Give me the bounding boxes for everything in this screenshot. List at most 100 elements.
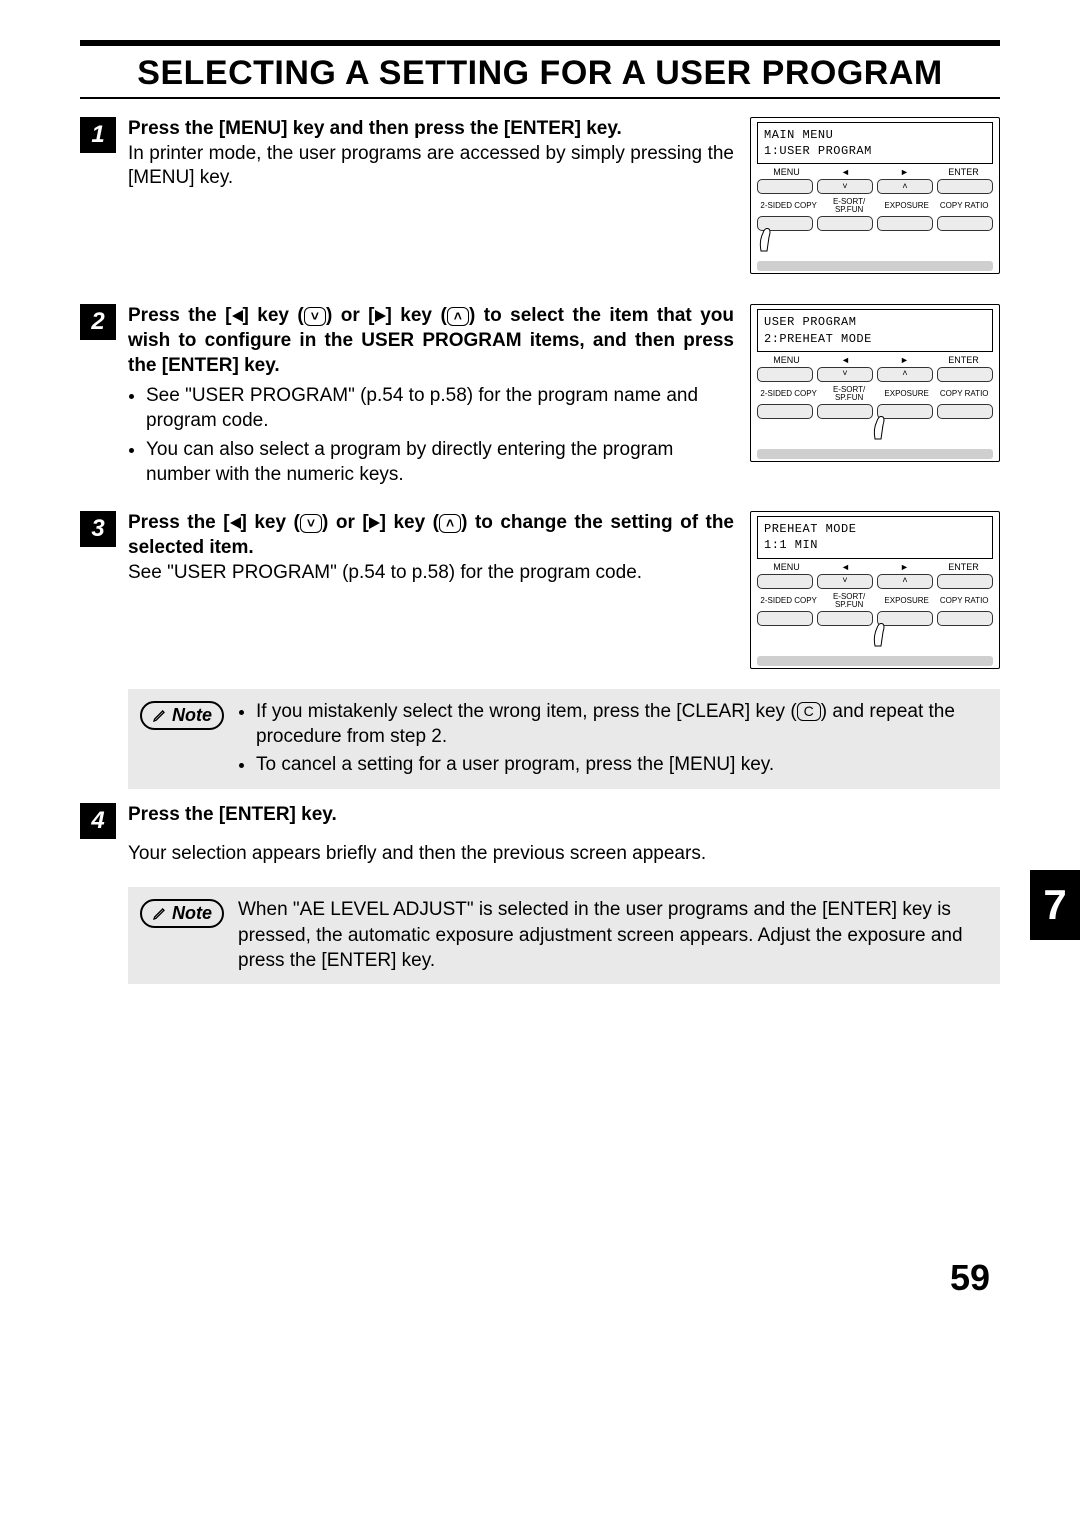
key-label: ENTER — [934, 356, 993, 365]
key-label: EXPOSURE — [878, 202, 936, 210]
note-block: Note When "AE LEVEL ADJUST" is selected … — [128, 887, 1000, 984]
top-rule — [80, 40, 1000, 46]
step-number: 4 — [80, 803, 116, 839]
step-heading: Press the [] key (˅) or [] key (˄) to se… — [128, 304, 734, 378]
key-label: COPY RATIO — [935, 202, 993, 210]
step-heading: Press the [ENTER] key. — [128, 803, 1000, 828]
section-title: SELECTING A SETTING FOR A USER PROGRAM — [80, 54, 1000, 93]
step-body-text: See "USER PROGRAM" (p.54 to p.58) for th… — [128, 561, 734, 586]
softkey — [937, 216, 993, 231]
manual-page: SELECTING A SETTING FOR A USER PROGRAM 1… — [0, 0, 1080, 1529]
right-triangle-icon — [369, 517, 380, 529]
step-body-text: Your selection appears briefly and then … — [128, 842, 1000, 867]
lcd-line: 2:PREHEAT MODE — [764, 331, 986, 347]
softkey — [937, 611, 993, 626]
key-label: EXPOSURE — [878, 390, 936, 398]
down-key-icon: ˅ — [300, 514, 322, 533]
note-text: When "AE LEVEL ADJUST" is selected in th… — [238, 897, 988, 974]
chapter-tab: 7 — [1030, 870, 1080, 940]
page-number: 59 — [950, 1257, 990, 1299]
panel-base — [757, 656, 993, 666]
step-heading: Press the [MENU] key and then press the … — [128, 117, 734, 142]
bullet-item: You can also select a program by directl… — [146, 438, 734, 487]
key-label: E-SORT/ SP.FUN — [820, 593, 878, 609]
softkey — [757, 367, 813, 382]
step-number: 3 — [80, 511, 116, 547]
key-label: E-SORT/ SP.FUN — [820, 386, 878, 402]
softkey: ˅ — [817, 574, 873, 589]
note-block: Note If you mistakenly select the wrong … — [128, 689, 1000, 790]
softkey: ˄ — [877, 367, 933, 382]
softkey — [937, 179, 993, 194]
softkey: ˄ — [877, 179, 933, 194]
pointing-hand-icon — [757, 423, 993, 447]
softkey — [757, 404, 813, 419]
key-label: E-SORT/ SP.FUN — [820, 198, 878, 214]
step-number: 1 — [80, 117, 116, 153]
down-key-icon: ˅ — [304, 307, 326, 326]
control-panel-diagram: MAIN MENU 1:USER PROGRAM MENU ◄ ► ENTER … — [750, 117, 1000, 274]
lcd-line: 1:USER PROGRAM — [764, 143, 986, 159]
left-arrow-icon: ◄ — [816, 168, 875, 177]
right-triangle-icon — [375, 310, 386, 322]
note-badge: Note — [140, 701, 224, 730]
lcd-line: USER PROGRAM — [764, 314, 986, 330]
lcd-screen: USER PROGRAM 2:PREHEAT MODE — [757, 309, 993, 351]
step-body-text: In printer mode, the user programs are a… — [128, 142, 734, 191]
key-label: 2-SIDED COPY — [757, 390, 820, 398]
clear-key-icon: C — [797, 702, 821, 721]
pointing-hand-icon — [757, 630, 993, 654]
step-bullet-list: See "USER PROGRAM" (p.54 to p.58) for th… — [128, 384, 734, 487]
note-bullet: To cancel a setting for a user program, … — [256, 752, 988, 778]
panel-base — [757, 449, 993, 459]
softkey: ˅ — [817, 367, 873, 382]
left-triangle-icon — [232, 310, 243, 322]
key-label: COPY RATIO — [935, 390, 993, 398]
panel-base — [757, 261, 993, 271]
title-underline — [80, 97, 1000, 99]
softkey — [757, 611, 813, 626]
step-number: 2 — [80, 304, 116, 340]
note-badge: Note — [140, 899, 224, 928]
softkey — [757, 179, 813, 194]
key-label: EXPOSURE — [878, 597, 936, 605]
control-panel-diagram: PREHEAT MODE 1:1 MIN MENU ◄ ► ENTER ˅ ˄ — [750, 511, 1000, 668]
lcd-screen: MAIN MENU 1:USER PROGRAM — [757, 122, 993, 164]
bullet-item: See "USER PROGRAM" (p.54 to p.58) for th… — [146, 384, 734, 433]
step-heading: Press the [] key (˅) or [] key (˄) to ch… — [128, 511, 734, 560]
softkey — [757, 574, 813, 589]
key-label: MENU — [757, 168, 816, 177]
pencil-icon — [152, 707, 168, 723]
note-bullet: If you mistakenly select the wrong item,… — [256, 699, 988, 750]
key-label: 2-SIDED COPY — [757, 202, 820, 210]
right-arrow-icon: ► — [875, 168, 934, 177]
left-arrow-icon: ◄ — [816, 356, 875, 365]
left-arrow-icon: ◄ — [816, 563, 875, 572]
step-2: 2 Press the [] key (˅) or [] key (˄) to … — [80, 304, 1000, 491]
pencil-icon — [152, 905, 168, 921]
pointing-hand-icon — [757, 235, 993, 259]
lcd-screen: PREHEAT MODE 1:1 MIN — [757, 516, 993, 558]
key-label: ENTER — [934, 168, 993, 177]
softkey — [937, 367, 993, 382]
lcd-line: PREHEAT MODE — [764, 521, 986, 537]
softkey — [937, 574, 993, 589]
note-bullet-list: If you mistakenly select the wrong item,… — [238, 699, 988, 778]
step-3: 3 Press the [] key (˅) or [] key (˄) to … — [80, 511, 1000, 668]
control-panel-diagram: USER PROGRAM 2:PREHEAT MODE MENU ◄ ► ENT… — [750, 304, 1000, 461]
key-label: COPY RATIO — [935, 597, 993, 605]
softkey — [937, 404, 993, 419]
key-label: MENU — [757, 563, 816, 572]
softkey — [817, 404, 873, 419]
softkey: ˅ — [817, 179, 873, 194]
right-arrow-icon: ► — [875, 356, 934, 365]
step-1: 1 Press the [MENU] key and then press th… — [80, 117, 1000, 274]
softkey — [817, 611, 873, 626]
softkey — [877, 216, 933, 231]
lcd-line: 1:1 MIN — [764, 537, 986, 553]
step-4: 4 Press the [ENTER] key. Your selection … — [80, 803, 1000, 866]
left-triangle-icon — [230, 517, 241, 529]
up-key-icon: ˄ — [439, 514, 461, 533]
softkey: ˄ — [877, 574, 933, 589]
softkey — [817, 216, 873, 231]
